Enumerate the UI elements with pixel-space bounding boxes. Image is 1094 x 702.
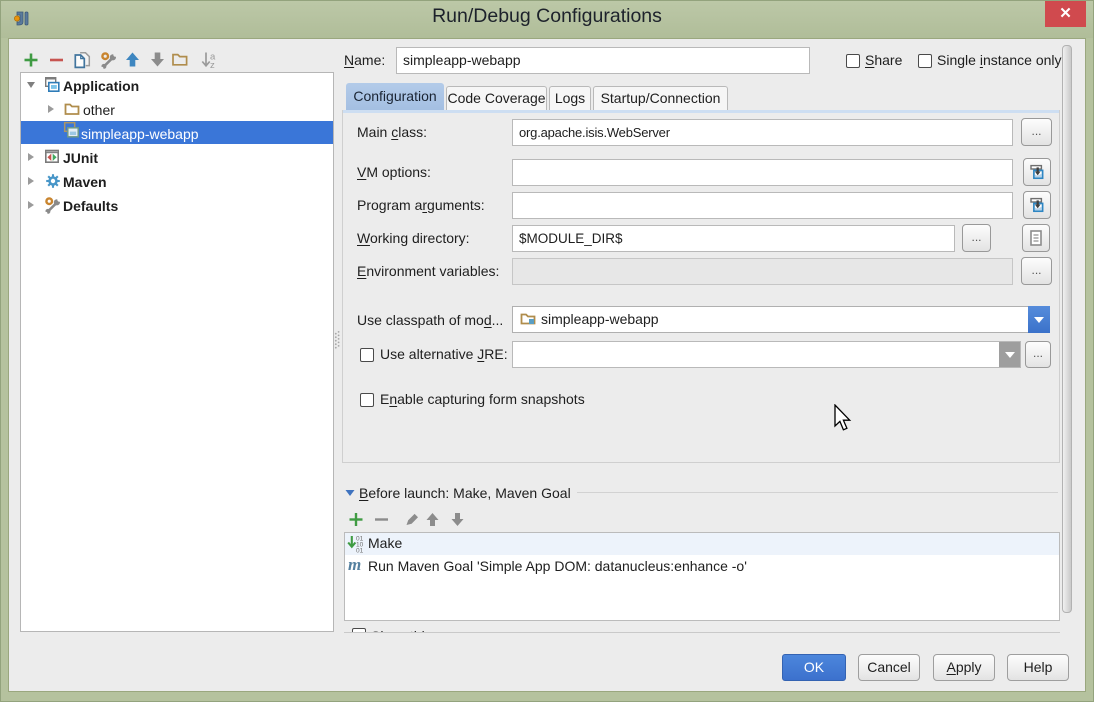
svg-text:z: z: [210, 60, 215, 69]
svg-text:01: 01: [356, 548, 364, 554]
